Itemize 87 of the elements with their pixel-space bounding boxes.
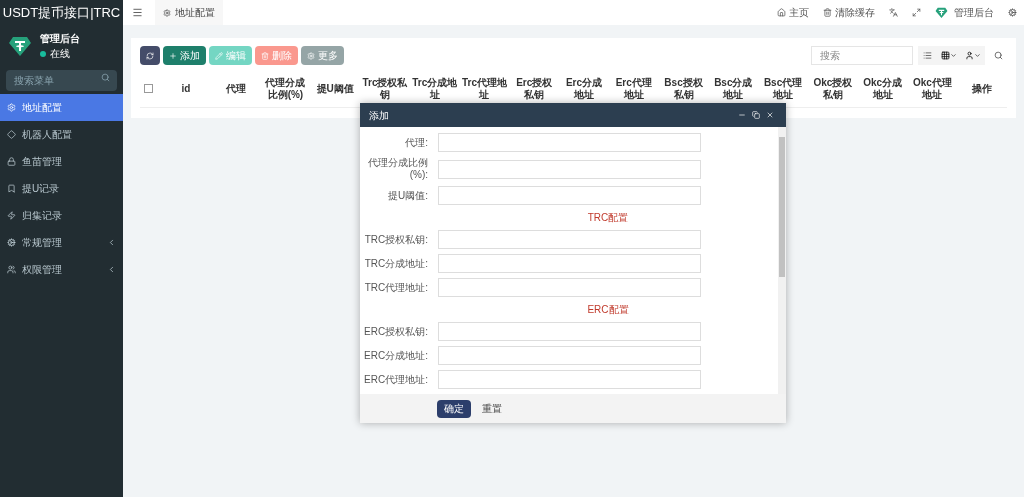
column-header: Okc授权私钥 bbox=[812, 76, 854, 101]
search-icon bbox=[101, 73, 110, 82]
sidebar-item[interactable]: 地址配置 bbox=[0, 94, 123, 121]
menu-search-field[interactable]: 搜索菜单 bbox=[6, 70, 117, 91]
column-header: 操作 bbox=[972, 82, 993, 95]
input-field[interactable] bbox=[438, 322, 701, 341]
scrollbar[interactable] bbox=[778, 127, 786, 394]
input-field[interactable] bbox=[438, 254, 701, 273]
minimize-icon[interactable] bbox=[738, 111, 746, 119]
field-label: 提U阈值: bbox=[387, 189, 428, 202]
column-header: Erc代理地址 bbox=[614, 76, 653, 101]
top-link[interactable]: 主页 bbox=[770, 5, 816, 20]
fullscreen-icon[interactable] bbox=[912, 8, 921, 17]
field-label: TRC分成地址: bbox=[363, 257, 428, 270]
input-field[interactable] bbox=[438, 186, 701, 205]
sidebar-item[interactable]: 归集记录 bbox=[0, 202, 123, 229]
search-icon[interactable] bbox=[994, 51, 1003, 60]
sidebar-item[interactable]: 机器人配置 bbox=[0, 121, 123, 148]
page-tab[interactable]: 地址配置 bbox=[155, 0, 223, 25]
user-name: 管理后台 bbox=[40, 32, 80, 46]
add-button[interactable]: 添加 bbox=[163, 46, 206, 65]
dialog-title: 添加 bbox=[369, 108, 390, 123]
sidebar-item[interactable]: 常规管理 bbox=[0, 229, 123, 256]
input-field[interactable] bbox=[438, 230, 701, 249]
gear-icon bbox=[7, 103, 16, 112]
column-header: 代理 bbox=[225, 82, 246, 95]
field-label: ERC授权私钥: bbox=[363, 325, 428, 338]
field-label: 代理: bbox=[404, 136, 428, 149]
column-header: 提U阈值 bbox=[316, 82, 354, 95]
column-header: Trc代理地址 bbox=[461, 76, 508, 101]
diamond-logo-icon bbox=[935, 6, 948, 19]
diamond-logo-icon bbox=[8, 34, 32, 58]
column-header: Bsc授权私钥 bbox=[663, 76, 704, 101]
field-label: ERC代理地址: bbox=[363, 373, 428, 386]
close-icon[interactable] bbox=[766, 111, 774, 119]
column-header: Okc代理地址 bbox=[911, 76, 953, 101]
input-field[interactable] bbox=[438, 278, 701, 297]
sidebar-item[interactable]: 提U记录 bbox=[0, 175, 123, 202]
column-header: Bsc代理地址 bbox=[762, 76, 804, 101]
field-label: ERC分成地址: bbox=[363, 349, 428, 362]
settings-icon[interactable] bbox=[1008, 8, 1017, 17]
lock-icon bbox=[7, 157, 16, 166]
translate-icon[interactable] bbox=[889, 8, 898, 17]
confirm-button[interactable]: 确定 bbox=[437, 399, 471, 418]
field-label: TRC代理地址: bbox=[363, 281, 428, 294]
expand-caret-icon bbox=[107, 265, 116, 274]
bolt-icon bbox=[7, 211, 16, 220]
cog-icon bbox=[7, 238, 16, 247]
column-header: Trc授权私钥 bbox=[362, 76, 408, 101]
column-header: id bbox=[181, 82, 191, 95]
gear-icon bbox=[163, 8, 171, 17]
search-field[interactable]: 搜索 bbox=[811, 46, 913, 65]
plus-icon bbox=[169, 51, 177, 60]
refresh-icon bbox=[146, 51, 154, 60]
sidebar-item[interactable]: 鱼苗管理 bbox=[0, 148, 123, 175]
column-header: Bsc分成地址 bbox=[713, 76, 754, 101]
bookmark-icon bbox=[7, 184, 16, 193]
users-icon bbox=[7, 265, 16, 274]
column-header: Erc授权私钥 bbox=[515, 76, 554, 101]
diamond-icon bbox=[7, 130, 16, 139]
maximize-icon[interactable] bbox=[752, 111, 760, 119]
column-header: 代理分成比例(%) bbox=[264, 76, 307, 101]
column-header: Erc分成地址 bbox=[564, 76, 604, 101]
input-field[interactable] bbox=[438, 159, 701, 179]
column-header: Trc分成地址 bbox=[411, 76, 458, 101]
column-header: Okc分成地址 bbox=[862, 76, 904, 101]
field-label: 代理分成比例(%): bbox=[367, 157, 428, 181]
app-title: USDT提币接口|TRC bbox=[1, 3, 122, 22]
trash-icon bbox=[261, 51, 269, 60]
expand-caret-icon bbox=[107, 238, 116, 247]
home-icon bbox=[777, 8, 786, 17]
input-field[interactable] bbox=[438, 370, 701, 389]
input-field[interactable] bbox=[438, 133, 701, 152]
trash-icon bbox=[823, 8, 832, 17]
user-status: 在线 bbox=[50, 47, 70, 61]
sidebar-item[interactable]: 权限管理 bbox=[0, 256, 123, 283]
pencil-icon bbox=[215, 51, 223, 60]
section-heading: TRC配置 bbox=[587, 211, 629, 225]
top-link[interactable]: 清除缓存 bbox=[816, 5, 882, 20]
gear-icon bbox=[307, 51, 315, 60]
section-heading: ERC配置 bbox=[587, 303, 629, 317]
refresh-button[interactable] bbox=[140, 46, 160, 65]
field-label: TRC授权私钥: bbox=[363, 233, 428, 246]
input-field[interactable] bbox=[438, 346, 701, 365]
select-all-checkbox[interactable] bbox=[144, 84, 153, 93]
menu-icon[interactable] bbox=[132, 7, 143, 18]
admin-user-link[interactable]: 管理后台 bbox=[928, 5, 1001, 20]
